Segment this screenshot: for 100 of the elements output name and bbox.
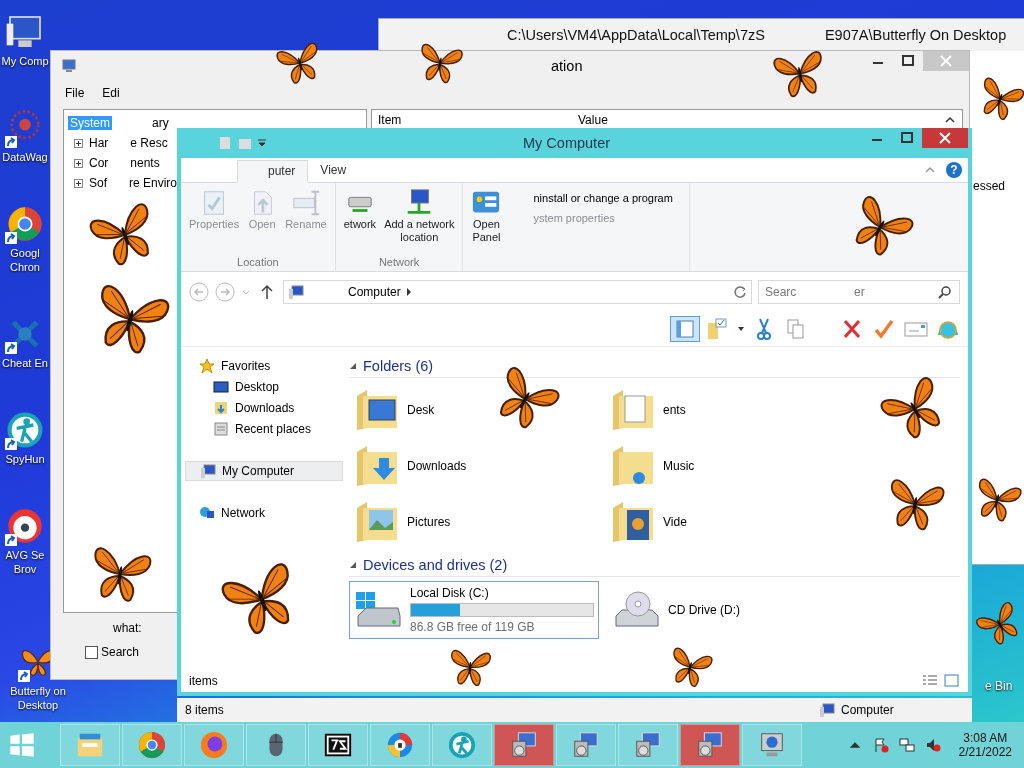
person-logo-icon[interactable] [447,730,477,760]
expand-icon[interactable] [74,138,83,148]
cd-drive-icon [612,590,660,630]
installer-icon[interactable] [571,730,601,760]
search-field-text: er [854,285,865,299]
folder-desktop-icon [355,388,399,432]
column-header[interactable]: Value [578,113,944,127]
menu-item[interactable]: File [65,86,85,100]
desktop-icon-label[interactable]: My Comp [1,54,49,68]
tree-item[interactable]: Sof [87,176,109,190]
nav-item[interactable]: My Computer [185,461,343,481]
folder-item[interactable]: Desk [355,382,611,438]
nav-item[interactable]: Downloads [185,399,343,417]
computer-icon [288,284,304,300]
tree-item-text: nents [130,156,160,170]
ribbon-command[interactable]: ninstall or change a program [533,192,673,204]
network-icon[interactable] [898,737,915,753]
nav-item[interactable]: Favorites [185,357,343,375]
ribbon-tab[interactable]: View [308,160,359,182]
globe-computer-icon [199,505,215,521]
address-bar[interactable]: Computer [283,280,752,304]
installer-icon[interactable] [633,730,663,760]
shortcut-arrow-icon [5,342,17,354]
person-logo-icon [5,410,45,450]
group-label: Network [377,256,421,270]
section-heading[interactable]: Folders (6) [363,358,434,374]
nav-item[interactable]: Recent places [185,420,343,438]
tree-item-text: ary [152,116,169,130]
menu-item[interactable]: Edi [102,86,120,100]
chrome-logo-icon [5,204,45,244]
close-button[interactable] [922,128,968,148]
text-cursor-icon [290,188,321,218]
collapse-triangle-icon[interactable] [349,561,357,569]
monitor-icon [213,379,229,395]
download-folder-icon [213,400,229,416]
ribbon-button[interactable]: etwork [341,186,379,233]
computer-icon [61,58,77,74]
help-button[interactable]: ? [946,162,962,178]
folder-video-icon [611,500,655,544]
drive-label: Local Disk (C:) [410,586,490,600]
desktop-icon-label[interactable]: Cheat En [2,356,48,370]
tree-item-text: e Resc [130,136,168,150]
windows-drive-icon [354,590,402,630]
chevron-right-icon[interactable] [404,287,413,297]
folder-document-icon [611,388,655,432]
folder-music-icon [611,444,655,488]
collapse-triangle-icon[interactable] [349,362,357,370]
installer-icon[interactable] [509,730,539,760]
folder-item[interactable]: Music [611,438,867,494]
tree-item-text: re Enviro [129,176,178,190]
folder-picture-icon [355,500,399,544]
lock-browser-icon [5,506,45,546]
checkbox-label: Search [101,645,140,659]
computer-icon [819,702,835,718]
shortcut-arrow-icon [5,136,17,148]
flag-icon[interactable] [872,737,889,753]
star-icon [199,358,215,374]
column-header[interactable]: Item [378,113,578,127]
windows-start-button[interactable] [8,731,36,759]
chrome-logo-icon[interactable] [137,730,167,760]
details-view-button[interactable] [922,674,938,688]
volume-muted-icon[interactable] [924,737,941,753]
taskbar-button[interactable] [308,724,368,766]
desktop-icon-label[interactable]: Googl Chron [10,246,40,274]
tree-item[interactable]: Har [87,136,111,150]
window-title: C:\Users\VM4\AppData\Local\Temp\7zS [507,27,765,43]
preview-pane-button[interactable] [670,316,700,342]
checkbox[interactable] [85,645,98,659]
refresh-icon[interactable] [733,285,747,299]
fox-logo-icon[interactable] [199,730,229,760]
folder-item[interactable]: Downloads [355,438,611,494]
installer-icon[interactable] [695,730,725,760]
folder-item[interactable]: Vide [611,494,867,550]
drive-item[interactable]: Local Disk (C:) 86.8 GB free of 119 GB [349,581,599,639]
desktop-icon-label[interactable]: DataWag [2,150,48,164]
list-cell: essed [973,179,1006,193]
window-title: ation [551,58,583,74]
desktop-icon-label[interactable]: AVG Se Brov [5,548,45,576]
find-label: what: [113,621,142,635]
folder-item[interactable]: Pictures [355,494,611,550]
desktop-icon-label[interactable]: SpyHun [5,452,45,466]
recent-places-icon [213,421,229,437]
search-icon[interactable] [938,285,952,299]
ribbon-button[interactable]: Add a network location [382,186,457,246]
shortcut-arrow-icon [5,534,17,546]
desktop-icon-label[interactable]: Butterfly on Desktop [10,684,66,712]
clock[interactable]: 3:08 AM 2/21/2022 [958,731,1012,759]
nav-item[interactable]: Network [185,504,343,522]
section-heading[interactable]: Devices and drives (2) [363,557,508,573]
expand-icon[interactable] [74,158,83,168]
lock-browser-icon[interactable] [385,730,415,760]
ribbon-button[interactable]: Open Panel [469,186,504,246]
folder-item[interactable]: ents [611,382,867,438]
tree-item[interactable]: Cor [87,156,111,170]
shortcut-arrow-icon [5,438,17,450]
nav-item[interactable]: Desktop [185,378,343,396]
expand-icon[interactable] [74,178,83,188]
dropdown-icon[interactable] [257,138,267,148]
drive-item[interactable]: CD Drive (D:) [607,581,745,639]
ribbon-tab[interactable]: puter [237,160,309,183]
